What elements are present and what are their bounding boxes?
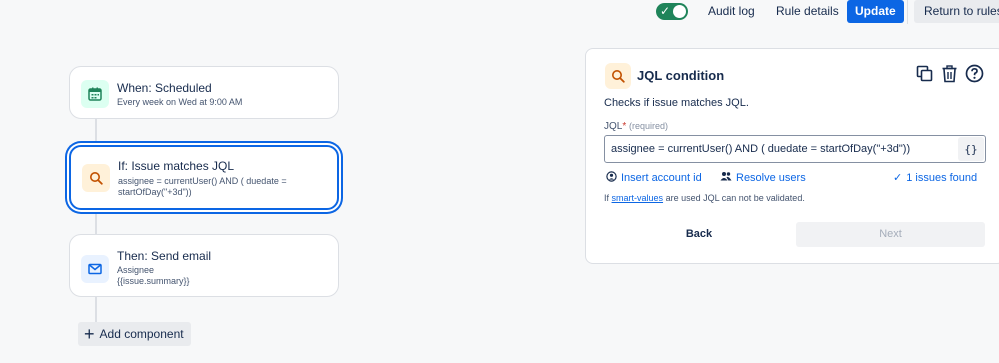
trigger-title: When: Scheduled: [117, 81, 212, 95]
required-text: (required): [629, 121, 669, 131]
smart-values-link[interactable]: smart-values: [612, 193, 664, 203]
next-button[interactable]: Next: [796, 222, 985, 247]
check-icon: ✓: [893, 172, 903, 184]
search-icon: [82, 164, 110, 192]
action-subtitle-body: {{issue.summary}}: [117, 276, 190, 286]
panel-title: JQL condition: [637, 68, 725, 83]
plus-icon: +: [84, 324, 95, 344]
action-subtitle-recipient: Assignee: [117, 265, 155, 275]
jql-condition-panel: JQL condition Checks if issue matches JQ…: [585, 48, 999, 264]
back-button[interactable]: Back: [604, 222, 794, 247]
search-icon: [605, 63, 631, 89]
mail-icon: [81, 255, 109, 283]
smart-values-button[interactable]: {}: [958, 137, 984, 161]
delete-icon[interactable]: [940, 64, 959, 83]
copy-icon[interactable]: [915, 64, 934, 83]
people-icon: [720, 171, 732, 184]
jql-field-label: JQL* (required): [604, 121, 668, 132]
insert-account-id-label: Insert account id: [621, 172, 702, 184]
required-marker: *: [622, 121, 627, 132]
resolve-users-link[interactable]: Resolve users: [720, 171, 806, 184]
calendar-icon: [81, 80, 109, 108]
condition-title: If: Issue matches JQL: [118, 159, 235, 173]
action-title: Then: Send email: [117, 249, 212, 263]
jql-label-text: JQL: [604, 121, 623, 132]
flow-connector: [95, 210, 97, 234]
panel-actions: [915, 64, 984, 83]
flow-connector: [95, 297, 97, 323]
jql-input[interactable]: assignee = currentUser() AND ( duedate =…: [604, 135, 986, 163]
add-component-button[interactable]: + Add component: [78, 322, 191, 346]
resolve-users-label: Resolve users: [736, 171, 806, 184]
issues-found-link[interactable]: ✓ 1 issues found: [893, 171, 978, 185]
top-bar: ✓ Audit log Rule details Update Return t…: [0, 0, 999, 24]
return-to-rules-button[interactable]: Return to rules: [914, 0, 999, 23]
trigger-subtitle: Every week on Wed at 9:00 AM: [117, 97, 243, 107]
toolbar-divider: [907, 0, 908, 24]
smart-values-note: If smart-values are used JQL can not be …: [604, 193, 805, 203]
flow-connector: [95, 119, 97, 145]
trigger-card[interactable]: When: Scheduled Every week on Wed at 9:0…: [69, 66, 339, 119]
help-icon[interactable]: [965, 64, 984, 83]
insert-account-id-link[interactable]: Insert account id: [606, 171, 702, 185]
action-card[interactable]: Then: Send email Assignee {{issue.summar…: [69, 234, 339, 297]
toggle-knob: [673, 5, 686, 18]
update-button[interactable]: Update: [847, 0, 904, 23]
add-component-label: Add component: [99, 327, 184, 341]
condition-card[interactable]: If: Issue matches JQL assignee = current…: [69, 145, 339, 210]
note-prefix: If: [604, 193, 610, 203]
rule-details-button[interactable]: Rule details: [768, 0, 847, 23]
rule-enabled-toggle[interactable]: ✓: [656, 3, 688, 20]
check-icon: ✓: [660, 4, 671, 18]
condition-subtitle: assignee = currentUser() AND ( duedate =…: [118, 176, 287, 197]
user-icon: [606, 171, 617, 185]
audit-log-button[interactable]: Audit log: [700, 0, 763, 23]
note-suffix: are used JQL can not be validated.: [665, 193, 805, 203]
panel-description: Checks if issue matches JQL.: [604, 97, 749, 109]
issues-found-label: 1 issues found: [906, 171, 978, 184]
